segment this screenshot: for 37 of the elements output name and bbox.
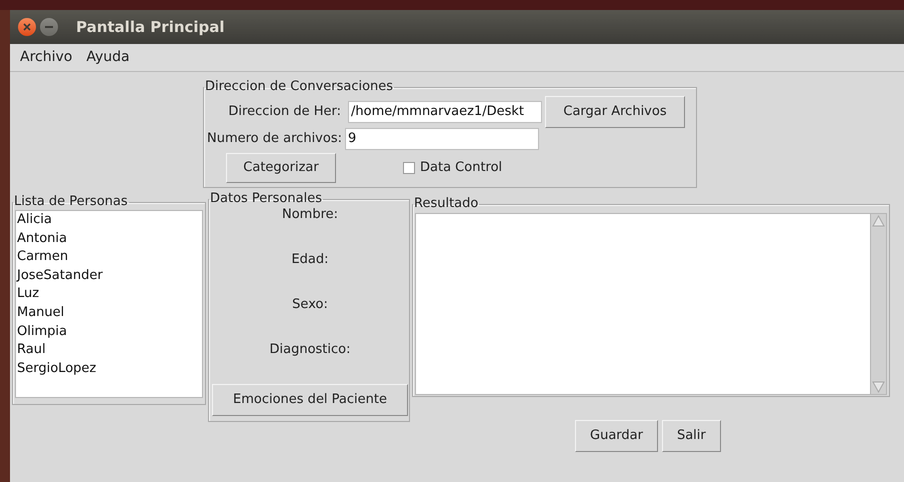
minimize-icon [45, 26, 53, 28]
close-button[interactable] [18, 18, 36, 36]
save-button[interactable]: Guardar [575, 420, 658, 452]
minimize-button[interactable] [40, 18, 58, 36]
close-icon [23, 23, 31, 31]
field-label: Nombre: [282, 206, 338, 224]
window-title: Pantalla Principal [76, 16, 225, 38]
menu-item[interactable]: Ayuda [86, 47, 130, 68]
list-item[interactable]: Carmen [16, 248, 202, 267]
list-item[interactable]: SergioLopez [16, 360, 202, 378]
group-title: Direccion de Conversaciones [204, 80, 394, 94]
field-label: Edad: [291, 251, 329, 269]
path-field[interactable]: /home/mmnarvaez1/Deskt [348, 101, 542, 123]
menu-item[interactable]: Archivo [20, 47, 72, 68]
emotions-button[interactable]: Emociones del Paciente [212, 384, 408, 416]
list-item[interactable]: JoseSatander [16, 266, 202, 286]
group-title: Lista de Personas [13, 195, 129, 209]
scroll-up-icon[interactable] [871, 214, 886, 228]
list-item[interactable]: Antonia [16, 230, 202, 248]
field-label: Numero de archivos: [206, 130, 343, 148]
load-files-button[interactable]: Cargar Archivos [545, 96, 685, 128]
field-label: Direccion de Her: [227, 103, 342, 122]
scroll-down-icon[interactable] [871, 380, 886, 394]
categorize-button[interactable]: Categorizar [226, 153, 336, 183]
scrollbar[interactable] [870, 214, 886, 394]
list-item[interactable]: Olimpia [16, 322, 202, 342]
count-field[interactable]: 9 [344, 128, 539, 150]
field-label: Diagnostico: [270, 341, 350, 359]
group-title: Resultado [413, 197, 480, 211]
exit-button[interactable]: Salir [662, 420, 721, 452]
data-control-checkbox[interactable]: Data Control [403, 158, 502, 178]
field-label: Sexo: [292, 296, 328, 314]
group-title: Datos Personales [209, 192, 323, 206]
list-item[interactable]: Manuel [16, 304, 202, 323]
list-item[interactable]: Raul [16, 341, 202, 360]
list-item[interactable]: Alicia [16, 211, 202, 230]
list-item[interactable]: Luz [16, 285, 202, 304]
